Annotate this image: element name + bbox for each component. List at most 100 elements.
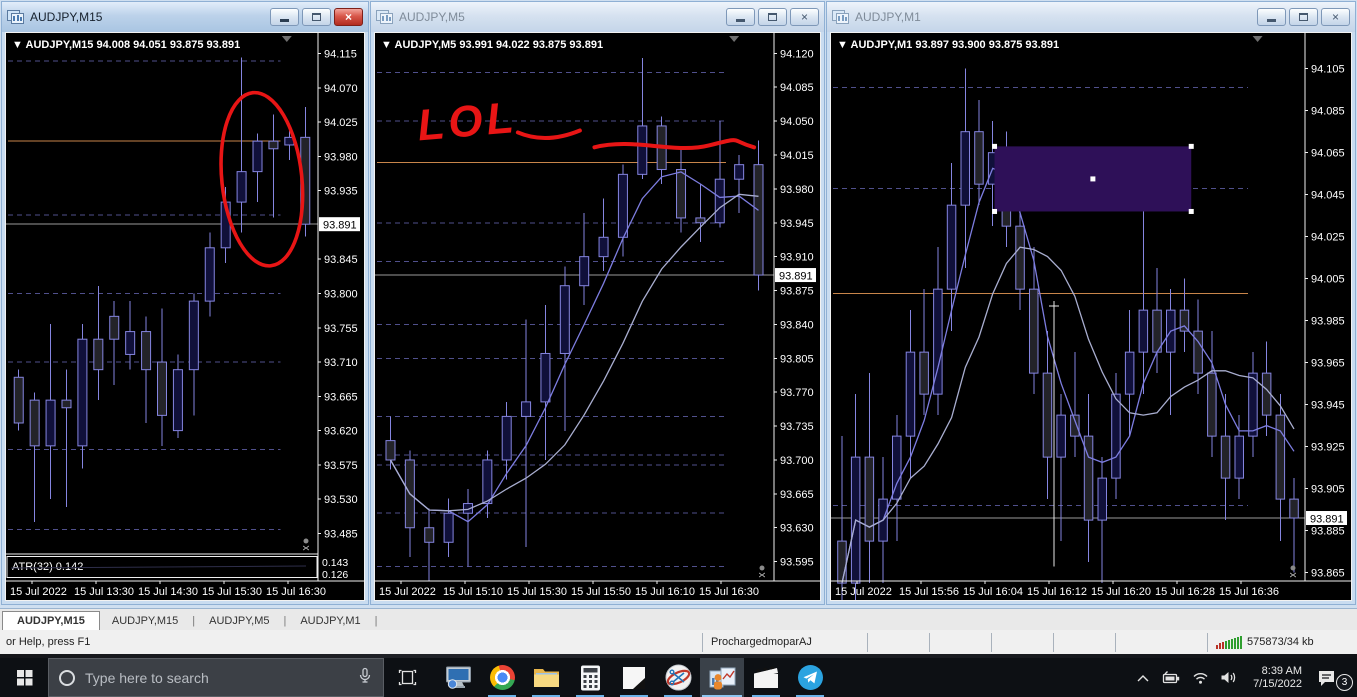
- svg-text:15 Jul 16:36: 15 Jul 16:36: [1219, 586, 1279, 598]
- file-explorer-icon[interactable]: [524, 658, 568, 697]
- svg-text:93.665: 93.665: [780, 489, 814, 501]
- calculator-icon[interactable]: [568, 658, 612, 697]
- chart-area-m1[interactable]: 94.105 94.085 94.065 94.045 94.025 94.005 93.9…: [830, 32, 1352, 601]
- svg-text:93.735: 93.735: [780, 421, 814, 433]
- window-titlebar[interactable]: AUDJPY,M1 ×: [827, 2, 1355, 32]
- chart-area-m15[interactable]: 94.115 94.070 94.025 93.980 93.935 93.845 93.8…: [5, 32, 365, 601]
- svg-text:93.891: 93.891: [323, 220, 357, 232]
- status-section: [1115, 632, 1207, 652]
- svg-text:93.620: 93.620: [324, 426, 358, 438]
- minimize-icon: [280, 19, 289, 22]
- svg-text:15 Jul 15:30: 15 Jul 15:30: [507, 586, 567, 598]
- pinned-apps: [436, 658, 832, 697]
- restore-button[interactable]: [1289, 8, 1318, 26]
- svg-text:15 Jul 2022: 15 Jul 2022: [379, 586, 436, 598]
- svg-text:15 Jul 16:20: 15 Jul 16:20: [1091, 586, 1151, 598]
- chart-window-audjpy-m1[interactable]: AUDJPY,M1 × 94.105 94.085 94.065 94.045 94.0…: [826, 1, 1356, 605]
- tab-audjpy-m5[interactable]: AUDJPY,M5: [197, 612, 281, 630]
- windows-logo-icon: [16, 670, 32, 686]
- window-title: AUDJPY,M1: [855, 10, 921, 24]
- microphone-icon[interactable]: [357, 667, 373, 689]
- task-view-button[interactable]: [384, 658, 430, 697]
- svg-text:93.770: 93.770: [780, 387, 814, 399]
- svg-text:93.980: 93.980: [324, 151, 358, 163]
- chart-window-icon: [7, 10, 24, 24]
- battery-icon[interactable]: [1161, 670, 1181, 685]
- svg-text:93.595: 93.595: [780, 557, 814, 569]
- clock-date: 7/15/2022: [1253, 677, 1302, 690]
- window-title: AUDJPY,M15: [30, 10, 103, 24]
- svg-text:93.875: 93.875: [780, 286, 814, 298]
- chart-window-icon: [832, 10, 849, 24]
- tab-separator: |: [192, 615, 196, 627]
- chart-window-audjpy-m5[interactable]: AUDJPY,M5 × LOL 94.120 94.085 94.050 94.015 9…: [370, 1, 825, 605]
- svg-text:93.630: 93.630: [780, 523, 814, 535]
- chart-area-m5[interactable]: LOL 94.120 94.085 94.050 94.015 93.980 93.945 9…: [374, 32, 821, 601]
- search-input[interactable]: Type here to search: [48, 658, 384, 697]
- minimize-button[interactable]: [726, 8, 755, 26]
- notepad-icon[interactable]: [612, 658, 656, 697]
- svg-text:▼ AUDJPY,M5 93.991 94.022 93.: ▼ AUDJPY,M5 93.991 94.022 93.875 93.891: [381, 39, 603, 51]
- svg-text:15 Jul 16:10: 15 Jul 16:10: [635, 586, 695, 598]
- window-title: AUDJPY,M5: [399, 10, 465, 24]
- traffic-counter: 575873/34 kb: [1247, 636, 1314, 648]
- svg-text:94.005: 94.005: [1311, 274, 1345, 286]
- svg-text:94.085: 94.085: [780, 82, 814, 94]
- volume-icon[interactable]: [1220, 670, 1238, 685]
- window-titlebar[interactable]: AUDJPY,M5 ×: [371, 2, 824, 32]
- svg-text:93.805: 93.805: [780, 353, 814, 365]
- tab-audjpy-m15-1[interactable]: AUDJPY,M15: [2, 611, 100, 630]
- hidden-icons-chevron[interactable]: [1136, 673, 1150, 683]
- system-tray: 8:39 AM 7/15/2022 3: [1136, 658, 1357, 697]
- svg-text:ATR(32) 0.142: ATR(32) 0.142: [12, 561, 83, 573]
- svg-text:▼ AUDJPY,M15 94.008 94.051 93: ▼ AUDJPY,M15 94.008 94.051 93.875 93.891: [12, 39, 240, 51]
- minimize-icon: [1267, 19, 1276, 22]
- wifi-icon[interactable]: [1192, 671, 1209, 685]
- svg-text:94.015: 94.015: [780, 150, 814, 162]
- restore-button[interactable]: [302, 8, 331, 26]
- account-name: ProchargedmoparAJ: [702, 632, 867, 652]
- restore-icon: [1299, 13, 1308, 21]
- notification-badge: 3: [1336, 673, 1353, 691]
- svg-text:15 Jul 15:56: 15 Jul 15:56: [899, 586, 959, 598]
- taskbar-clock[interactable]: 8:39 AM 7/15/2022: [1249, 665, 1306, 691]
- notification-icon: [1319, 670, 1334, 686]
- svg-text:15 Jul 2022: 15 Jul 2022: [835, 586, 892, 598]
- svg-text:93.665: 93.665: [324, 391, 358, 403]
- svg-text:15 Jul 15:50: 15 Jul 15:50: [571, 586, 631, 598]
- my-computer-icon[interactable]: [436, 658, 480, 697]
- svg-text:15 Jul 16:04: 15 Jul 16:04: [963, 586, 1023, 598]
- svg-text:15 Jul 14:30: 15 Jul 14:30: [138, 586, 198, 598]
- svg-text:15 Jul 15:10: 15 Jul 15:10: [443, 586, 503, 598]
- tab-audjpy-m15-2[interactable]: AUDJPY,M15: [100, 612, 190, 630]
- minimize-button[interactable]: [1257, 8, 1286, 26]
- chart-window-audjpy-m15[interactable]: AUDJPY,M15 × 94.115 94.070 94.025 93.980 93.…: [1, 1, 369, 605]
- cortana-icon: [59, 669, 75, 686]
- price-chart-m1[interactable]: 94.105 94.085 94.065 94.045 94.025 94.005 93.9…: [831, 33, 1351, 600]
- price-chart-m15[interactable]: 94.115 94.070 94.025 93.980 93.935 93.845 93.8…: [6, 33, 364, 600]
- close-icon: ×: [344, 10, 352, 24]
- telegram-icon[interactable]: [788, 658, 832, 697]
- action-center-button[interactable]: 3: [1317, 669, 1353, 691]
- window-titlebar[interactable]: AUDJPY,M15 ×: [2, 2, 368, 32]
- chart-window-icon: [376, 10, 393, 24]
- tab-audjpy-m1[interactable]: AUDJPY,M1: [288, 612, 372, 630]
- price-chart-m5[interactable]: LOL 94.120 94.085 94.050 94.015 93.980 93.945 9…: [375, 33, 820, 600]
- svg-text:15 Jul 16:30: 15 Jul 16:30: [266, 586, 326, 598]
- start-button[interactable]: [0, 658, 48, 697]
- status-bar: or Help, press F1 ProchargedmoparAJ 5758…: [0, 630, 1357, 654]
- svg-text:93.965: 93.965: [1311, 358, 1345, 370]
- svg-text:93.840: 93.840: [780, 319, 814, 331]
- chrome-icon[interactable]: [480, 658, 524, 697]
- video-editor-icon[interactable]: [744, 658, 788, 697]
- svg-text:15 Jul 13:30: 15 Jul 13:30: [74, 586, 134, 598]
- svg-text:94.050: 94.050: [780, 116, 814, 128]
- metatrader-icon[interactable]: [700, 658, 744, 697]
- snipping-tool-icon[interactable]: [656, 658, 700, 697]
- close-button[interactable]: ×: [790, 8, 819, 26]
- close-button[interactable]: ×: [1321, 8, 1350, 26]
- svg-text:94.025: 94.025: [324, 117, 358, 129]
- minimize-button[interactable]: [270, 8, 299, 26]
- close-button[interactable]: ×: [334, 8, 363, 26]
- restore-button[interactable]: [758, 8, 787, 26]
